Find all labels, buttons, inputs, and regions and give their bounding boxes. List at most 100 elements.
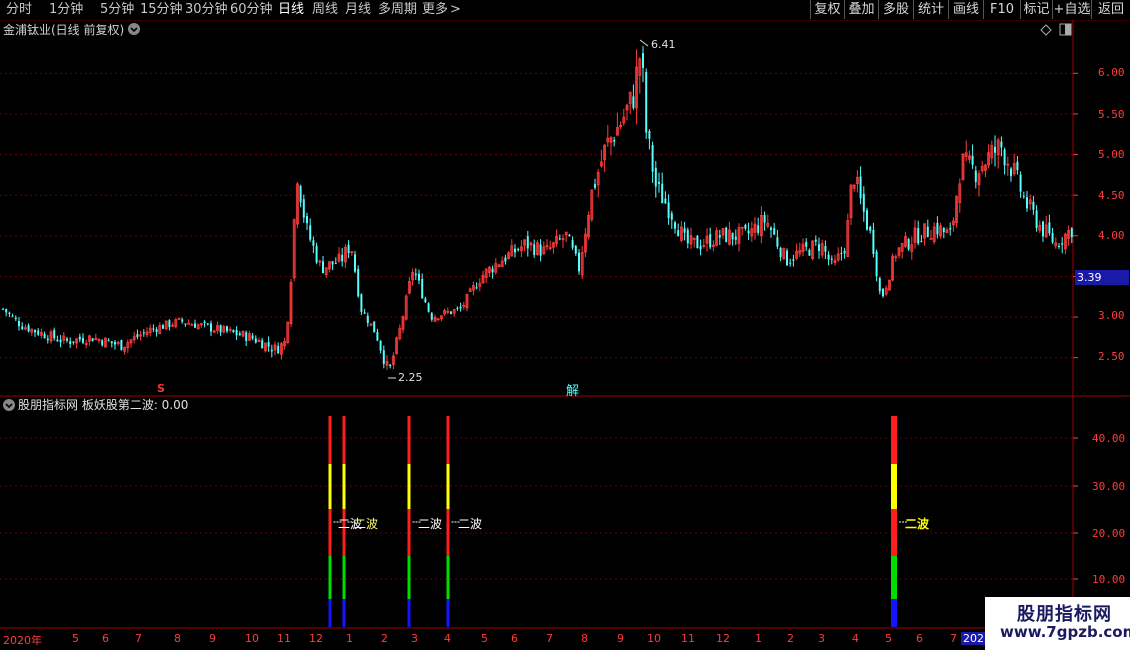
candle	[757, 217, 760, 236]
candle	[196, 323, 200, 330]
overlay-button[interactable]: 叠加	[844, 0, 878, 19]
candle	[1016, 156, 1019, 175]
candle	[770, 226, 772, 238]
candle	[504, 254, 507, 265]
fuquan-button[interactable]: 复权	[810, 0, 844, 19]
candle	[251, 332, 254, 341]
candle	[30, 328, 34, 336]
candle	[533, 239, 536, 258]
candle	[72, 341, 75, 345]
mark-button[interactable]: 标记	[1020, 0, 1052, 19]
statistics-button[interactable]: 统计	[913, 0, 948, 19]
candle	[289, 278, 293, 328]
period-tab-multi[interactable]: 多周期	[378, 1, 417, 19]
candle	[882, 287, 884, 298]
diamond-icon[interactable]	[1040, 24, 1052, 36]
candle	[228, 326, 232, 333]
candle	[939, 222, 942, 239]
back-button[interactable]: 返回	[1091, 0, 1130, 19]
candle	[900, 242, 904, 259]
candle	[110, 341, 113, 348]
x-tick: 6	[102, 632, 109, 645]
x-tick: 4	[852, 632, 859, 645]
signal-label: 二波	[418, 517, 443, 531]
candle	[1054, 237, 1058, 249]
candle	[766, 214, 770, 229]
multi-stock-button[interactable]: 多股	[878, 0, 913, 19]
chevron-right-icon[interactable]: >	[450, 1, 461, 19]
candle	[238, 331, 241, 336]
candle	[385, 355, 389, 370]
candle	[584, 227, 587, 258]
candle	[744, 223, 747, 231]
candle	[622, 108, 626, 126]
candle	[414, 268, 417, 280]
candle	[1035, 205, 1038, 232]
signal-bar-segment	[446, 416, 450, 464]
period-tab-30min[interactable]: 30分钟	[185, 1, 228, 19]
candle	[212, 329, 216, 334]
candle	[795, 243, 798, 261]
period-tab-60min[interactable]: 60分钟	[230, 1, 273, 19]
candle	[97, 338, 101, 344]
candle	[571, 236, 574, 250]
candle	[155, 326, 158, 337]
add-watchlist-button[interactable]: +自选	[1052, 0, 1091, 19]
x-tick: 2	[787, 632, 794, 645]
period-tab-fenshi[interactable]: 分时	[6, 1, 32, 19]
candle	[277, 342, 280, 354]
period-tab-1min[interactable]: 1分钟	[49, 1, 83, 19]
candle	[40, 328, 43, 339]
candle	[331, 261, 334, 271]
candle	[699, 239, 702, 256]
candle	[917, 220, 920, 246]
candle	[923, 223, 926, 246]
x-tick: 5	[885, 632, 892, 645]
candle	[129, 339, 133, 348]
candle	[907, 237, 910, 251]
x-tick: 7	[135, 632, 142, 645]
y-tick-4.50: 4.50	[1098, 189, 1125, 202]
candle	[450, 311, 452, 315]
draw-line-button[interactable]: 画线	[948, 0, 983, 19]
candle	[107, 338, 110, 342]
candle	[961, 153, 965, 181]
period-toolbar: 分时 1分钟 5分钟 15分钟 30分钟 60分钟 日线 周线 月线 多周期 更…	[0, 0, 1130, 21]
candle	[539, 239, 542, 262]
signal-label: 二波	[905, 517, 930, 531]
panel-toggle-icon[interactable]	[1059, 23, 1072, 36]
period-tab-monthly[interactable]: 月线	[345, 1, 371, 19]
candle	[897, 246, 901, 259]
candle	[363, 308, 366, 315]
candle	[568, 233, 571, 237]
candle	[1070, 227, 1073, 244]
chevron-down-icon[interactable]	[2, 398, 16, 412]
signal-bar-segment	[891, 464, 897, 509]
candle	[692, 237, 696, 248]
candle	[1006, 156, 1010, 176]
candle	[1038, 220, 1042, 234]
candle	[148, 324, 152, 337]
candle	[219, 324, 222, 336]
x-tick: 3	[818, 632, 825, 645]
candle	[686, 227, 689, 249]
candle	[395, 336, 399, 355]
period-tab-15min[interactable]: 15分钟	[140, 1, 183, 19]
period-tab-weekly[interactable]: 周线	[312, 1, 338, 19]
watermark-url: www.7gpzb.com	[1000, 623, 1130, 641]
signal-label: 二波	[458, 517, 483, 531]
candle	[712, 240, 715, 252]
candle	[494, 258, 498, 275]
candle	[306, 212, 308, 231]
candle	[731, 232, 734, 246]
period-tab-more[interactable]: 更多	[422, 1, 448, 19]
period-tab-daily[interactable]: 日线	[278, 1, 304, 19]
f10-button[interactable]: F10	[983, 0, 1020, 19]
period-tab-5min[interactable]: 5分钟	[100, 1, 134, 19]
candle	[888, 279, 891, 291]
signal-bar-segment	[891, 416, 897, 464]
candle	[696, 234, 699, 249]
candle	[523, 239, 526, 252]
chevron-down-icon[interactable]	[127, 22, 141, 36]
candle	[164, 320, 168, 331]
